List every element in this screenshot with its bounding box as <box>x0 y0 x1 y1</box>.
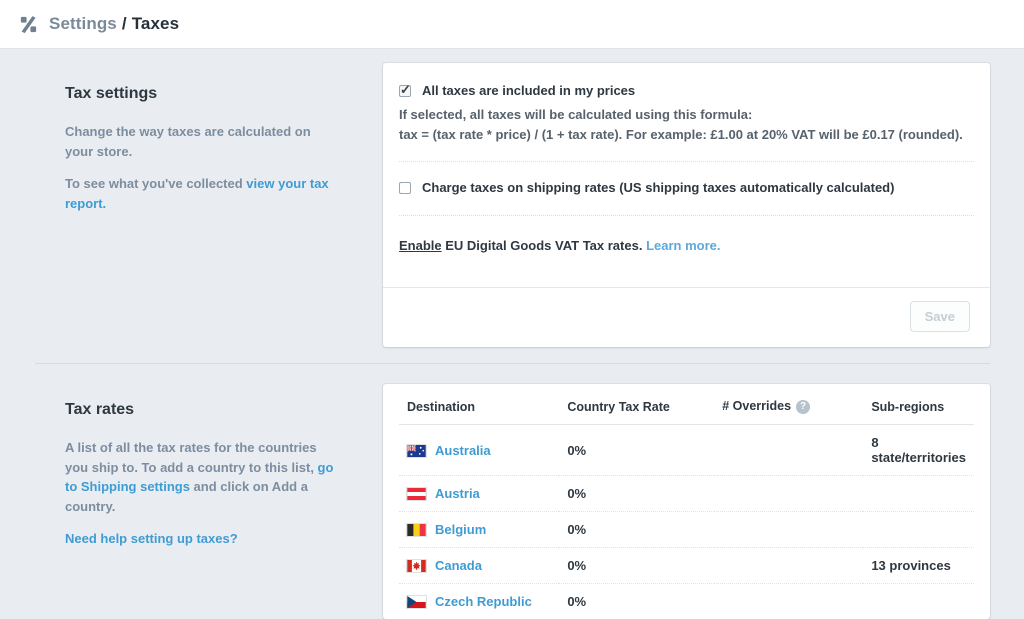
column-header-sub-regions: Sub-regions <box>863 384 974 425</box>
overrides-value <box>714 476 863 512</box>
taxes-percent-icon <box>18 14 39 35</box>
table-row: Australia 0% 8 state/territories <box>399 425 974 476</box>
country-tax-rate-value: 0% <box>559 512 714 548</box>
taxes-included-setting: ✓ All taxes are included in my prices If… <box>399 83 974 162</box>
country-link[interactable]: Austria <box>435 486 480 501</box>
tax-rates-table-body: Australia0%8 state/territoriesAustria0%B… <box>399 425 974 619</box>
tax-rates-description: A list of all the tax rates for the coun… <box>65 438 341 516</box>
flag-au-icon <box>407 445 426 457</box>
country-tax-rate-value: 0% <box>559 584 714 619</box>
table-row: Belgium 0% <box>399 512 974 548</box>
tax-report-text: To see what you've collected <box>65 176 246 191</box>
flag-cz-icon <box>407 596 426 608</box>
tax-settings-section: Tax settings Change the way taxes are ca… <box>34 63 990 347</box>
taxes-included-help-line1: If selected, all taxes will be calculate… <box>399 105 974 125</box>
overrides-value <box>714 584 863 619</box>
flag-ca-icon <box>407 560 426 572</box>
page-title-current: Taxes <box>132 14 179 33</box>
tax-settings-footer: Save <box>383 287 990 347</box>
table-row: Czech Republic 0% <box>399 584 974 619</box>
country-link[interactable]: Czech Republic <box>435 594 532 609</box>
learn-more-link[interactable]: Learn more. <box>646 238 720 253</box>
overrides-value <box>714 425 863 476</box>
country-tax-rate-value: 0% <box>559 476 714 512</box>
overrides-value <box>714 512 863 548</box>
tax-rates-card: Destination Country Tax Rate # Overrides… <box>383 384 990 619</box>
tax-rates-section: Tax rates A list of all the tax rates fo… <box>34 384 990 619</box>
tax-rates-sidebar: Tax rates A list of all the tax rates fo… <box>34 384 383 562</box>
column-header-overrides: # Overrides? <box>714 384 863 425</box>
shipping-taxes-setting: ✓ Charge taxes on shipping rates (US shi… <box>399 162 974 216</box>
overrides-value <box>714 548 863 584</box>
eu-vat-text: EU Digital Goods VAT Tax rates. <box>442 238 646 253</box>
save-button[interactable]: Save <box>910 301 970 332</box>
tax-settings-description: Change the way taxes are calculated on y… <box>65 122 341 161</box>
country-link[interactable]: Australia <box>435 443 491 458</box>
tax-report-description: To see what you've collected view your t… <box>65 174 341 213</box>
table-header-row: Destination Country Tax Rate # Overrides… <box>399 384 974 425</box>
country-tax-rate-value: 0% <box>559 548 714 584</box>
sub-regions-value <box>863 584 974 619</box>
check-icon: ✓ <box>400 83 411 96</box>
main-content: Tax settings Change the way taxes are ca… <box>0 49 1024 619</box>
tax-rates-desc-text1: A list of all the tax rates for the coun… <box>65 440 318 475</box>
tax-rates-table: Destination Country Tax Rate # Overrides… <box>399 384 974 619</box>
country-tax-rate-value: 0% <box>559 425 714 476</box>
taxes-included-label[interactable]: All taxes are included in my prices <box>422 83 635 98</box>
sub-regions-value: 8 state/territories <box>863 425 974 476</box>
sub-regions-value <box>863 476 974 512</box>
topbar: Settings / Taxes <box>0 0 1024 49</box>
tax-settings-card: ✓ All taxes are included in my prices If… <box>383 63 990 347</box>
overrides-help-icon[interactable]: ? <box>796 400 810 414</box>
table-row: Austria 0% <box>399 476 974 512</box>
country-link[interactable]: Canada <box>435 558 482 573</box>
table-row: Canada 0% 13 provinces <box>399 548 974 584</box>
flag-be-icon <box>407 524 426 536</box>
taxes-included-checkbox[interactable]: ✓ <box>399 85 411 97</box>
page-title: Settings / Taxes <box>49 14 179 34</box>
sub-regions-value <box>863 512 974 548</box>
shipping-taxes-checkbox[interactable]: ✓ <box>399 182 411 194</box>
flag-at-icon <box>407 488 426 500</box>
eu-vat-setting: Enable EU Digital Goods VAT Tax rates. L… <box>399 216 974 287</box>
section-divider <box>35 363 990 364</box>
shipping-taxes-label[interactable]: Charge taxes on shipping rates (US shipp… <box>422 180 894 195</box>
column-header-country-tax-rate: Country Tax Rate <box>559 384 714 425</box>
breadcrumb-separator: / <box>122 14 127 33</box>
country-link[interactable]: Belgium <box>435 522 486 537</box>
column-header-destination: Destination <box>399 384 559 425</box>
tax-settings-heading: Tax settings <box>65 85 341 103</box>
sub-regions-value: 13 provinces <box>863 548 974 584</box>
enable-eu-vat-link[interactable]: Enable <box>399 238 442 253</box>
taxes-included-help-line2: tax = (tax rate * price) / (1 + tax rate… <box>399 125 974 145</box>
tax-help-link[interactable]: Need help setting up taxes? <box>65 531 238 546</box>
breadcrumb-settings-link[interactable]: Settings <box>49 14 117 33</box>
tax-rates-heading: Tax rates <box>65 401 341 419</box>
tax-settings-sidebar: Tax settings Change the way taxes are ca… <box>34 63 383 226</box>
